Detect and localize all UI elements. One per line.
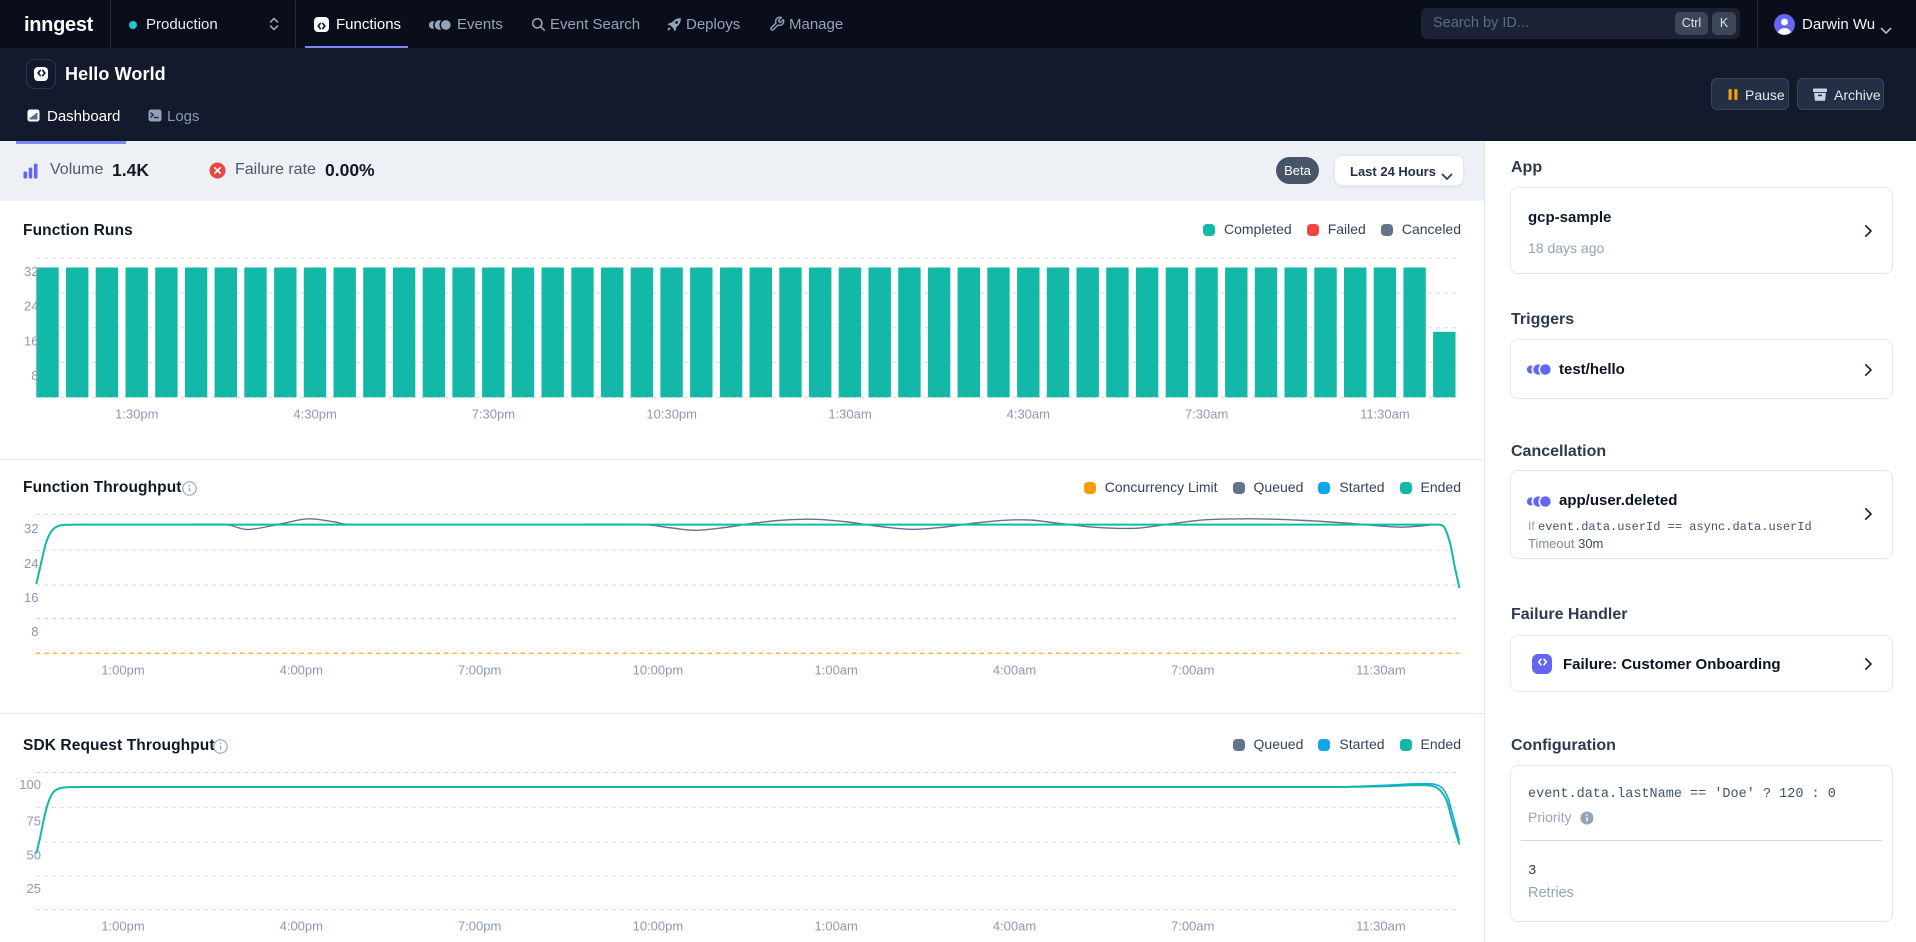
svg-text:7:30am: 7:30am	[1185, 407, 1228, 422]
svg-text:7:00pm: 7:00pm	[458, 663, 501, 678]
svg-text:10:00pm: 10:00pm	[633, 663, 684, 678]
svg-text:25: 25	[27, 881, 41, 896]
svg-text:1:30am: 1:30am	[828, 407, 871, 422]
svg-text:4:30am: 4:30am	[1007, 407, 1050, 422]
svg-text:7:30pm: 7:30pm	[472, 407, 515, 422]
svg-text:4:00pm: 4:00pm	[280, 919, 323, 934]
svg-text:4:00am: 4:00am	[993, 663, 1036, 678]
svg-text:1:30pm: 1:30pm	[115, 407, 158, 422]
svg-text:7:00am: 7:00am	[1171, 919, 1214, 934]
svg-text:32: 32	[24, 264, 38, 279]
svg-text:1:00pm: 1:00pm	[101, 919, 144, 934]
svg-text:8: 8	[31, 368, 38, 383]
svg-text:7:00am: 7:00am	[1171, 663, 1214, 678]
svg-text:24: 24	[24, 299, 38, 314]
svg-text:1:00pm: 1:00pm	[101, 663, 144, 678]
svg-text:8: 8	[31, 624, 38, 639]
svg-text:11:30am: 11:30am	[1356, 663, 1406, 678]
svg-text:24: 24	[24, 556, 38, 571]
svg-text:75: 75	[27, 813, 41, 828]
svg-text:4:00pm: 4:00pm	[280, 663, 323, 678]
svg-text:4:00am: 4:00am	[993, 919, 1036, 934]
svg-text:100: 100	[19, 777, 41, 792]
svg-text:1:00am: 1:00am	[815, 663, 858, 678]
svg-text:16: 16	[24, 334, 38, 349]
svg-text:50: 50	[27, 847, 41, 862]
svg-text:32: 32	[24, 521, 38, 536]
svg-text:1:00am: 1:00am	[815, 919, 858, 934]
svg-text:16: 16	[24, 590, 38, 605]
svg-text:4:30pm: 4:30pm	[293, 407, 336, 422]
svg-text:10:00pm: 10:00pm	[633, 919, 684, 934]
svg-text:7:00pm: 7:00pm	[458, 919, 501, 934]
svg-text:11:30am: 11:30am	[1356, 919, 1406, 934]
svg-text:11:30am: 11:30am	[1360, 407, 1410, 422]
svg-text:10:30pm: 10:30pm	[646, 407, 697, 422]
